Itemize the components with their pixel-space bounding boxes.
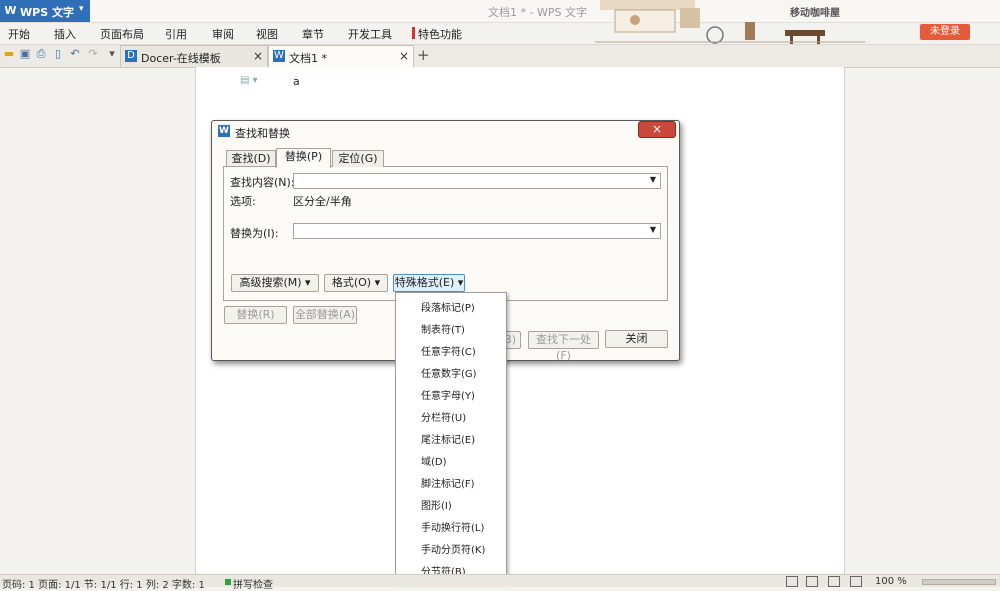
tab-document1[interactable]: W 文档1 * ×: [268, 45, 414, 67]
special-marker: [412, 27, 415, 39]
menu-home[interactable]: 开始: [8, 26, 30, 42]
menu-review[interactable]: 审阅: [212, 26, 234, 42]
reading-view-icon[interactable]: [786, 576, 798, 587]
menu-item-any-digit[interactable]: 任意数字(G): [421, 365, 477, 380]
wps-logo-icon: W: [4, 4, 17, 17]
menu-item-manual-line-break[interactable]: 手动换行符(L): [421, 519, 484, 534]
menu-item-field[interactable]: 域(D): [421, 453, 447, 468]
undo-icon[interactable]: ↶: [69, 48, 81, 60]
status-info: 页码: 1 页面: 1/1 节: 1/1 行: 1 列: 2 字数: 1: [2, 580, 205, 591]
chevron-down-icon[interactable]: ▼: [650, 175, 656, 184]
menu-item-any-character[interactable]: 任意字符(C): [421, 343, 476, 358]
open-folder-icon[interactable]: ▬: [3, 48, 15, 60]
close-button[interactable]: 关闭: [605, 330, 668, 348]
dialog-title: 查找和替换: [235, 127, 290, 140]
tab-label: Docer-在线模板: [141, 52, 221, 65]
document-text[interactable]: a: [293, 75, 300, 88]
menu-item-manual-page-break[interactable]: 手动分页符(K): [421, 541, 485, 556]
tab-label: 文档1 *: [289, 52, 327, 65]
tab-goto[interactable]: 定位(G): [332, 150, 384, 167]
web-view-icon[interactable]: [850, 576, 862, 587]
find-input[interactable]: ▼: [293, 173, 661, 189]
options-value: 区分全/半角: [293, 195, 352, 208]
save-icon[interactable]: ▣: [19, 48, 31, 60]
document-icon: W: [273, 50, 285, 62]
options-label: 选项:: [230, 195, 256, 208]
menu-special-features[interactable]: 特色功能: [418, 26, 462, 42]
outline-view-icon[interactable]: [828, 576, 840, 587]
menu-item-column-break[interactable]: 分栏符(U): [421, 409, 466, 424]
menu-references[interactable]: 引用: [165, 26, 187, 42]
app-menu-button[interactable]: W WPS 文字 ▾: [0, 0, 90, 22]
app-name: WPS 文字: [20, 6, 74, 19]
tab-docer-templates[interactable]: D Docer-在线模板 ×: [120, 45, 268, 67]
menu-item-paragraph-mark[interactable]: 段落标记(P): [421, 299, 475, 314]
menu-developer[interactable]: 开发工具: [348, 26, 392, 42]
special-format-button[interactable]: 特殊格式(E) ▾: [393, 274, 465, 292]
replace-all-button[interactable]: 全部替换(A): [293, 306, 357, 324]
menu-item-any-letter[interactable]: 任意字母(Y): [421, 387, 475, 402]
replace-button[interactable]: 替换(R): [224, 306, 287, 324]
coffee-shop-label: 移动咖啡屋: [790, 8, 840, 19]
print-preview-icon[interactable]: ▯: [52, 48, 64, 60]
spell-check-indicator-icon: [225, 579, 231, 585]
tab-replace[interactable]: 替换(P): [276, 148, 331, 168]
menu-insert[interactable]: 插入: [54, 26, 76, 42]
redo-icon[interactable]: ↷: [87, 48, 99, 60]
wps-logo-icon: W: [218, 125, 230, 137]
close-icon[interactable]: ×: [253, 49, 263, 63]
zoom-slider[interactable]: [922, 579, 996, 585]
zoom-level[interactable]: 100 %: [875, 576, 907, 587]
replace-label: 替换为(I):: [230, 227, 279, 240]
add-tab-button[interactable]: +: [417, 46, 430, 64]
menu-item-graphic[interactable]: 图形(I): [421, 497, 452, 512]
chevron-down-icon: ▾: [79, 4, 84, 14]
login-button[interactable]: 未登录: [920, 24, 970, 40]
print-icon[interactable]: ⎙: [35, 48, 47, 60]
menu-item-footnote-mark[interactable]: 脚注标记(F): [421, 475, 475, 490]
menu-item-tab[interactable]: 制表符(T): [421, 321, 465, 336]
tab-find[interactable]: 查找(D): [226, 150, 276, 167]
docer-icon: D: [125, 50, 137, 62]
replace-input[interactable]: ▼: [293, 223, 661, 239]
spell-check-label[interactable]: 拼写检查: [233, 576, 273, 591]
menu-section[interactable]: 章节: [302, 26, 324, 42]
chevron-down-icon[interactable]: ▼: [650, 225, 656, 234]
close-icon[interactable]: ×: [399, 49, 409, 63]
page-view-icon[interactable]: [806, 576, 818, 587]
menu-view[interactable]: 视图: [256, 26, 278, 42]
menu-page-layout[interactable]: 页面布局: [100, 26, 144, 42]
format-button[interactable]: 格式(O) ▾: [324, 274, 388, 292]
advanced-search-button[interactable]: 高级搜索(M) ▾: [231, 274, 319, 292]
dialog-close-button[interactable]: ×: [638, 121, 676, 138]
quick-access-dropdown-icon[interactable]: ▾: [106, 48, 118, 60]
menu-item-endnote-mark[interactable]: 尾注标记(E): [421, 431, 475, 446]
window-title: 文档1 * - WPS 文字: [488, 6, 587, 19]
find-label: 查找内容(N):: [230, 176, 295, 189]
paragraph-handle-icon[interactable]: ▤ ▾: [240, 75, 258, 86]
find-next-button[interactable]: 查找下一处(F): [528, 331, 599, 362]
